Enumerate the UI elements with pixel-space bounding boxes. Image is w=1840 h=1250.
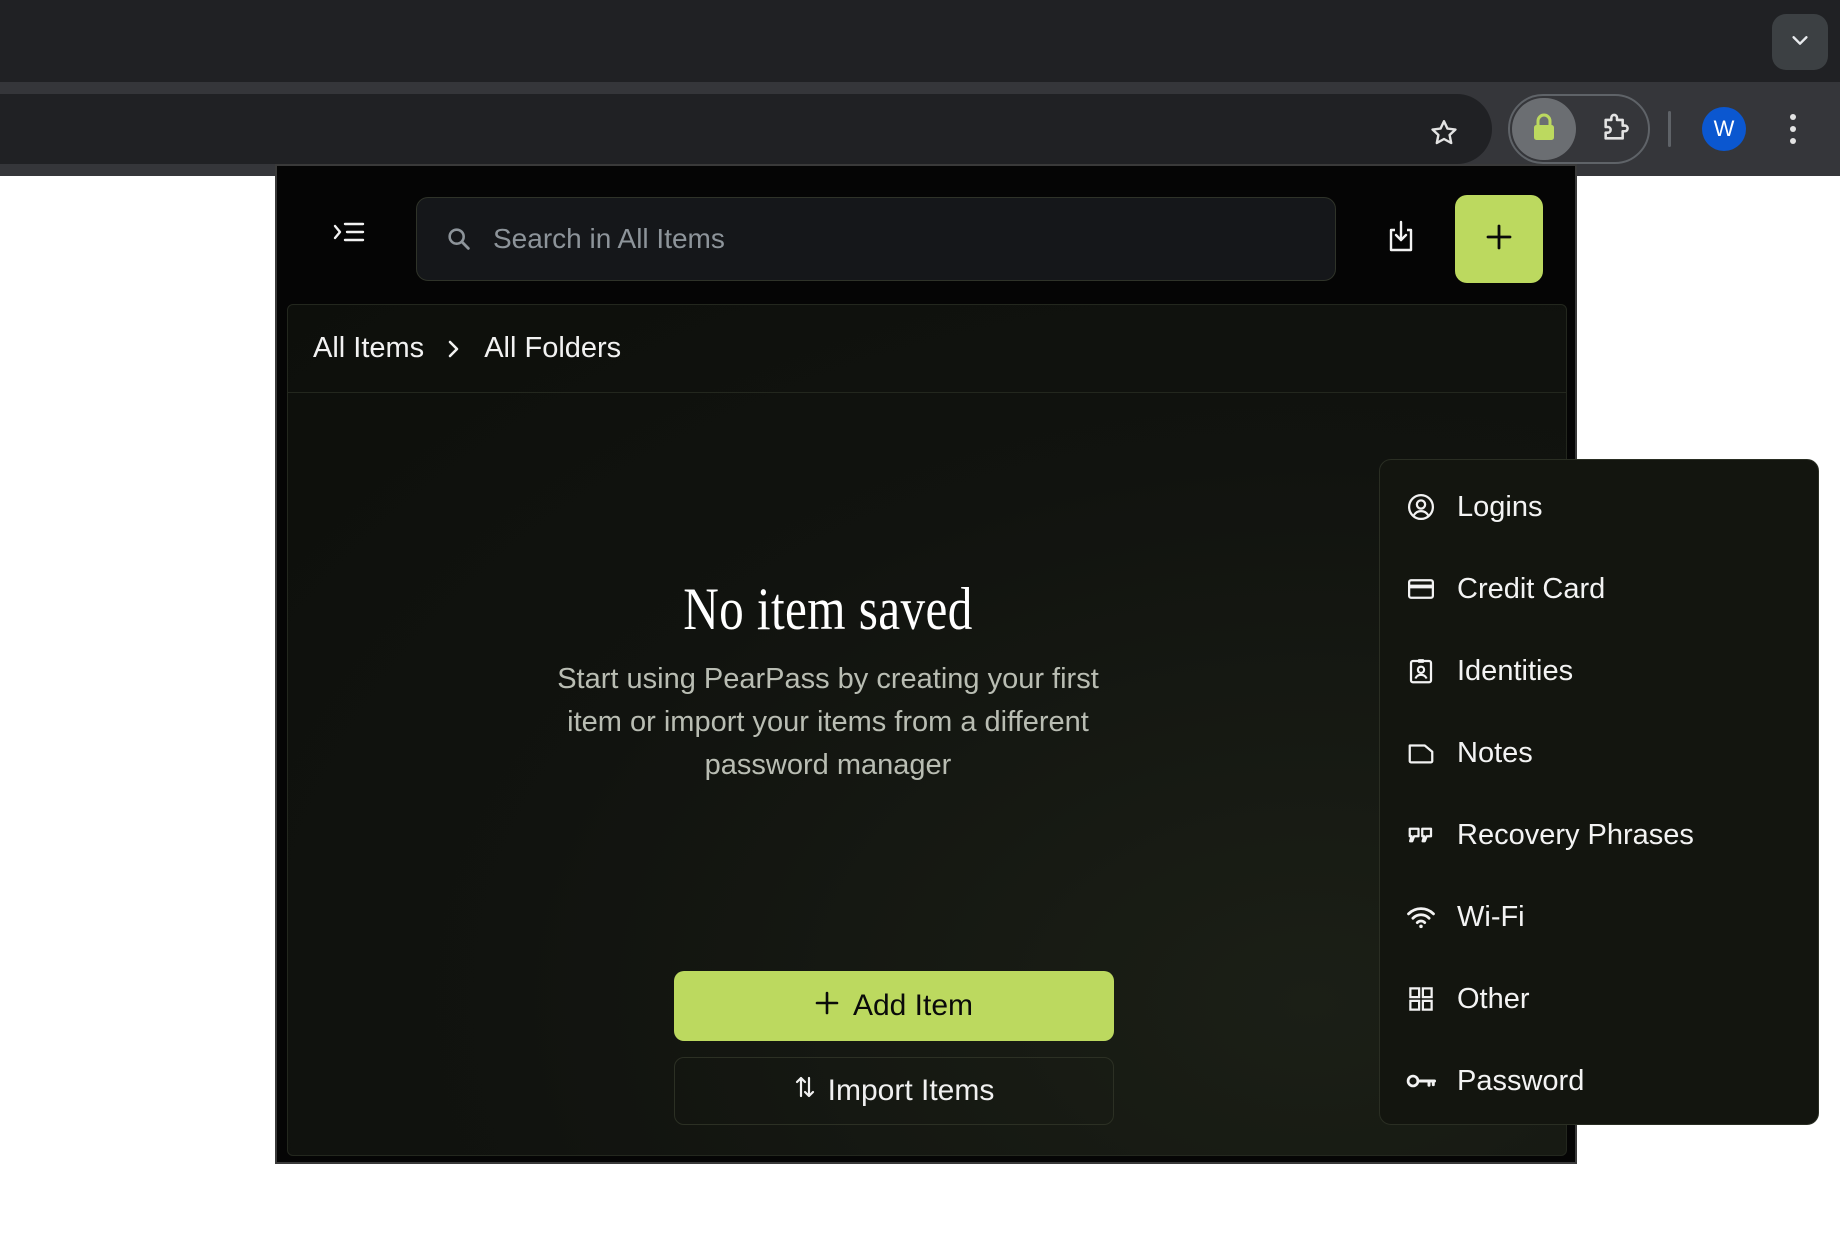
- menu-item-credit-card[interactable]: Credit Card: [1380, 548, 1818, 630]
- menu-item-label: Recovery Phrases: [1457, 818, 1694, 851]
- search-input[interactable]: [491, 222, 1315, 256]
- breadcrumb-all-items[interactable]: All Items: [313, 332, 424, 365]
- menu-item-recovery-phrases[interactable]: Recovery Phrases: [1380, 794, 1818, 876]
- add-item-button[interactable]: Add Item: [674, 971, 1114, 1041]
- empty-state-title: No item saved: [683, 576, 973, 642]
- quote-icon: [1405, 819, 1437, 851]
- key-icon: [1405, 1065, 1437, 1097]
- grid-icon: [1405, 983, 1437, 1015]
- browser-toolbar: W: [0, 82, 1840, 176]
- kebab-dot: [1790, 114, 1796, 120]
- chevron-down-icon: [1789, 29, 1811, 56]
- bookmark-button[interactable]: [1420, 111, 1468, 159]
- toolbar-divider: [1668, 111, 1671, 147]
- add-new-item-button[interactable]: [1455, 195, 1543, 283]
- puzzle-icon: [1600, 110, 1634, 149]
- pearpass-popup: All Items All Folders No item saved Star…: [275, 164, 1819, 1164]
- menu-item-label: Password: [1457, 1064, 1585, 1097]
- search-box: [416, 197, 1336, 281]
- add-item-label: Add Item: [852, 989, 974, 1022]
- address-bar[interactable]: [0, 94, 1492, 164]
- create-item-menu: Logins Credit Card Identities Notes Reco…: [1379, 459, 1819, 1125]
- menu-item-wifi[interactable]: Wi-Fi: [1380, 876, 1818, 958]
- empty-state-description: Start using PearPass by creating your fi…: [557, 663, 1099, 781]
- menu-item-identities[interactable]: Identities: [1380, 630, 1818, 712]
- menu-item-label: Logins: [1457, 490, 1543, 523]
- tab-search-button[interactable]: [1772, 14, 1828, 70]
- menu-item-label: Credit Card: [1457, 572, 1606, 605]
- menu-item-notes[interactable]: Notes: [1380, 712, 1818, 794]
- plus-icon: [815, 989, 839, 1023]
- main-panel: All Items All Folders No item saved Star…: [287, 304, 1567, 1156]
- menu-item-label: Other: [1457, 982, 1530, 1015]
- extensions-menu-button[interactable]: [1592, 102, 1642, 156]
- sidebar-toggle-button[interactable]: [331, 216, 367, 252]
- note-icon: [1405, 737, 1437, 769]
- star-icon: [1428, 117, 1460, 154]
- import-button[interactable]: [1373, 210, 1429, 266]
- breadcrumb: All Items All Folders: [288, 305, 1566, 393]
- lock-icon: [1531, 112, 1557, 147]
- chevron-right-icon: [446, 338, 462, 360]
- menu-item-other[interactable]: Other: [1380, 958, 1818, 1040]
- id-badge-icon: [1405, 655, 1437, 687]
- credit-card-icon: [1405, 573, 1437, 605]
- import-items-label: Import Items: [827, 1074, 995, 1107]
- menu-item-label: Wi-Fi: [1457, 900, 1525, 933]
- breadcrumb-all-folders[interactable]: All Folders: [484, 332, 621, 365]
- import-icon: [1386, 218, 1416, 259]
- pearpass-extension-button[interactable]: [1512, 98, 1576, 160]
- browser-tab-strip: [0, 0, 1840, 82]
- plus-icon: [1485, 223, 1513, 256]
- menu-item-label: Identities: [1457, 654, 1574, 687]
- search-icon: [443, 223, 475, 255]
- kebab-dot: [1790, 138, 1796, 144]
- browser-menu-button[interactable]: [1778, 104, 1808, 154]
- menu-item-password[interactable]: Password: [1380, 1040, 1818, 1122]
- menu-item-label: Notes: [1457, 736, 1533, 769]
- menu-indent-icon: [333, 218, 365, 251]
- user-circle-icon: [1405, 491, 1437, 523]
- wifi-icon: [1405, 901, 1437, 933]
- menu-item-logins[interactable]: Logins: [1380, 466, 1818, 548]
- swap-arrows-icon: [794, 1074, 816, 1108]
- import-items-button[interactable]: Import Items: [674, 1057, 1114, 1125]
- kebab-dot: [1790, 126, 1796, 132]
- profile-avatar[interactable]: W: [1702, 107, 1746, 151]
